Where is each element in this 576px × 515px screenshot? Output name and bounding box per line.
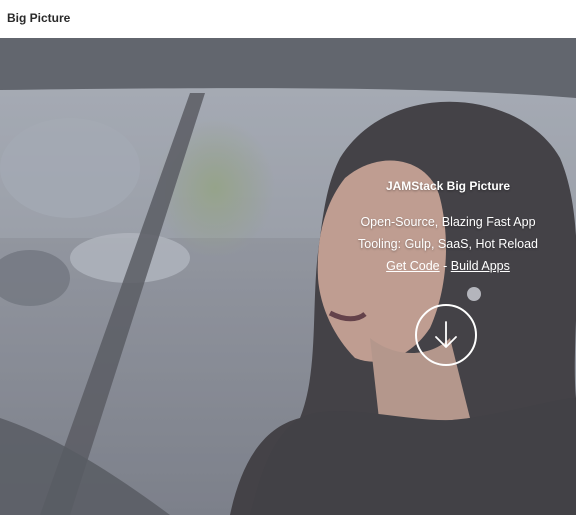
hero-links: Get Code - Build Apps <box>330 255 566 277</box>
site-header: Big Picture <box>0 0 576 38</box>
build-apps-link[interactable]: Build Apps <box>451 259 510 273</box>
get-code-link[interactable]: Get Code <box>386 259 440 273</box>
arrow-down-icon <box>435 321 457 348</box>
hero-tagline: Open-Source, Blazing Fast App <box>360 215 536 229</box>
scroll-down-button[interactable] <box>415 304 477 366</box>
site-brand-link[interactable]: Big Picture <box>7 11 70 25</box>
hero-content: JAMStack Big Picture Open-Source, Blazin… <box>330 179 566 277</box>
hero-banner: JAMStack Big Picture Open-Source, Blazin… <box>0 38 576 515</box>
link-separator: - <box>443 259 448 273</box>
hero-tooling-line: Tooling: Gulp, SaaS, Hot Reload <box>358 237 538 251</box>
hero-title: JAMStack Big Picture <box>385 179 511 193</box>
